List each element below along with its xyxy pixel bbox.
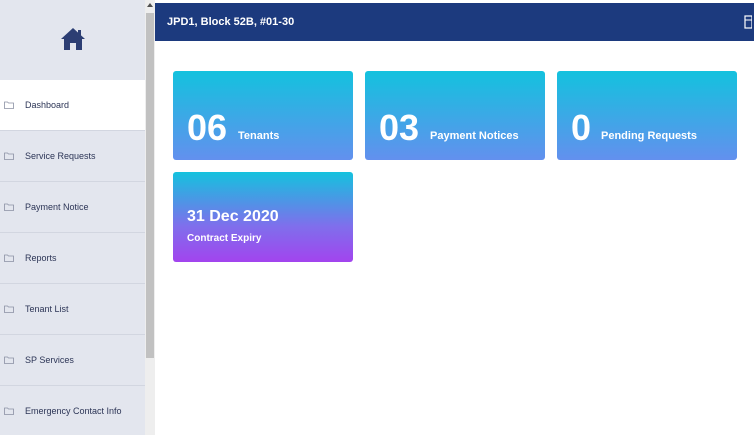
sidebar-logo[interactable] bbox=[0, 0, 145, 78]
sidebar-item-label: SP Services bbox=[25, 355, 74, 365]
scroll-thumb[interactable] bbox=[146, 13, 154, 358]
sidebar-scrollbar[interactable] bbox=[145, 0, 155, 435]
top-header: JPD1, Block 52B, #01-30 bbox=[155, 3, 754, 41]
folder-icon bbox=[4, 152, 14, 160]
page-title: JPD1, Block 52B, #01-30 bbox=[167, 16, 295, 28]
sidebar-item-label: Payment Notice bbox=[25, 202, 89, 212]
payment-notices-count: 03 bbox=[379, 107, 420, 148]
sidebar-item-reports[interactable]: Reports bbox=[0, 233, 145, 283]
payment-notices-card[interactable]: 03 Payment Notices bbox=[365, 71, 545, 160]
sidebar: Dashboard Service Requests Payment Notic… bbox=[0, 0, 145, 435]
tenants-caption: Tenants bbox=[238, 130, 280, 142]
sidebar-item-label: Service Requests bbox=[25, 151, 96, 161]
sidebar-item-label: Emergency Contact Info bbox=[25, 406, 122, 416]
contract-expiry-date: 31 Dec 2020 bbox=[187, 208, 279, 225]
sidebar-item-label: Dashboard bbox=[25, 100, 70, 110]
pending-requests-caption: Pending Requests bbox=[601, 130, 697, 142]
home-icon[interactable] bbox=[60, 27, 86, 51]
sidebar-item-label: Reports bbox=[25, 253, 57, 263]
sidebar-item-dashboard[interactable]: Dashboard bbox=[0, 80, 145, 130]
folder-icon bbox=[4, 305, 14, 313]
folder-icon bbox=[4, 101, 14, 109]
folder-icon bbox=[4, 407, 14, 415]
pending-requests-card[interactable]: 0 Pending Requests bbox=[557, 71, 737, 160]
sidebar-item-tenant-list[interactable]: Tenant List bbox=[0, 284, 145, 334]
tenants-count: 06 bbox=[187, 107, 228, 148]
tenants-card[interactable]: 06 Tenants bbox=[173, 71, 353, 160]
folder-icon bbox=[4, 254, 14, 262]
document-icon[interactable] bbox=[744, 15, 752, 29]
folder-icon bbox=[4, 203, 14, 211]
sidebar-item-label: Tenant List bbox=[25, 304, 69, 314]
contract-expiry-caption: Contract Expiry bbox=[187, 233, 262, 244]
folder-icon bbox=[4, 356, 14, 364]
app-window: Dashboard Service Requests Payment Notic… bbox=[0, 0, 754, 435]
payment-notices-caption: Payment Notices bbox=[430, 130, 519, 142]
scroll-up-arrow-icon[interactable] bbox=[147, 3, 153, 7]
contract-expiry-card[interactable]: 31 Dec 2020 Contract Expiry bbox=[173, 172, 353, 262]
sidebar-item-emergency-contact-info[interactable]: Emergency Contact Info bbox=[0, 386, 145, 435]
sidebar-item-payment-notice[interactable]: Payment Notice bbox=[0, 182, 145, 232]
sidebar-item-service-requests[interactable]: Service Requests bbox=[0, 131, 145, 181]
sidebar-item-sp-services[interactable]: SP Services bbox=[0, 335, 145, 385]
pending-requests-count: 0 bbox=[571, 107, 592, 148]
